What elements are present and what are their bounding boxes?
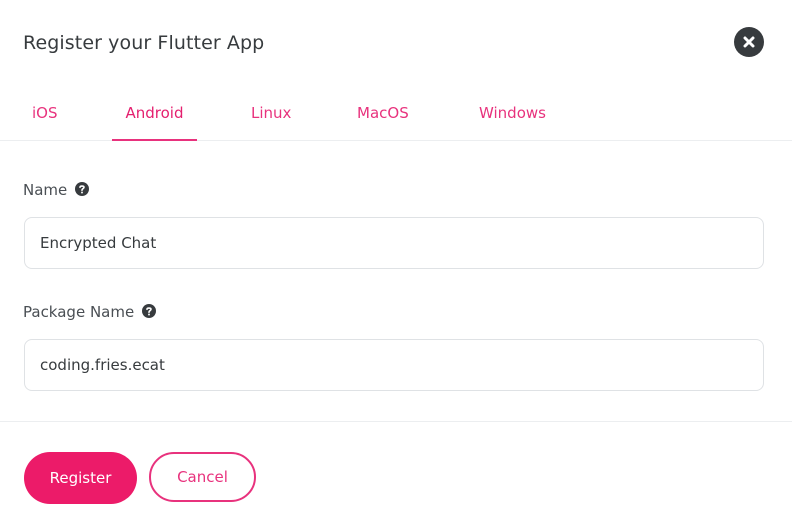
close-button[interactable] [734,27,764,57]
tab-android[interactable]: Android [112,88,197,141]
tab-windows[interactable]: Windows [468,88,557,141]
platform-tabs: iOS Android Linux MacOS Windows [0,88,792,141]
tab-ios[interactable]: iOS [21,88,69,141]
question-circle-icon[interactable] [75,182,90,196]
tab-linux[interactable]: Linux [240,88,302,141]
register-button[interactable]: Register [24,452,137,504]
tab-macos[interactable]: MacOS [346,88,420,141]
question-circle-icon[interactable] [142,304,157,318]
name-label-text: Name [23,181,68,199]
footer-divider [0,421,792,422]
package-name-input[interactable]: coding.fries.ecat [24,339,764,391]
close-icon [743,36,755,48]
package-name-label-text: Package Name [23,303,135,321]
dialog-title: Register your Flutter App [23,32,265,54]
register-app-dialog: Register your Flutter App iOS Android Li… [0,0,792,529]
cancel-button[interactable]: Cancel [149,452,256,502]
package-name-label: Package Name [23,302,157,322]
name-label: Name [23,180,90,200]
name-input[interactable]: Encrypted Chat [24,217,764,269]
